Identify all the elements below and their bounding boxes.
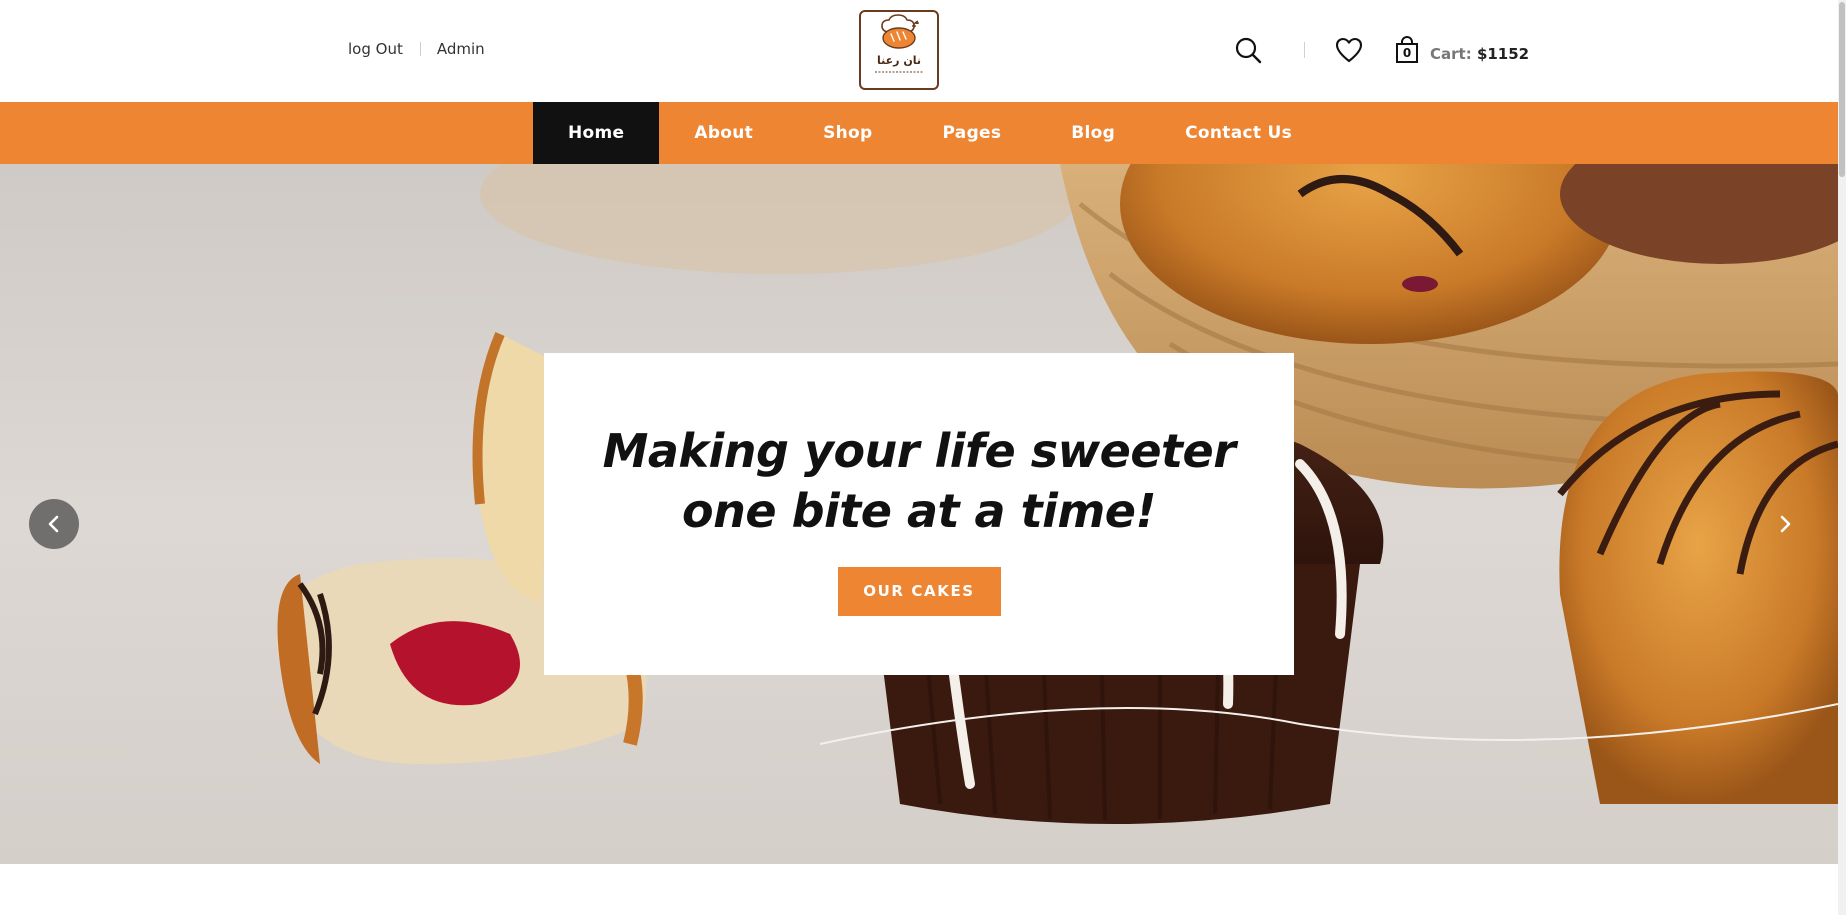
site-header: log Out Admin نان رعنا 0 Cart: $1152 <box>0 0 1838 102</box>
nav-item-shop[interactable]: Shop <box>788 102 907 164</box>
account-divider <box>419 42 421 56</box>
slider-next-button[interactable] <box>1770 499 1800 549</box>
account-links: log Out Admin <box>348 40 485 58</box>
hero-slider: Making your life sweeter one bite at a t… <box>0 164 1838 864</box>
chevron-left-icon <box>48 515 59 533</box>
admin-link[interactable]: Admin <box>437 40 485 58</box>
nav-item-blog[interactable]: Blog <box>1036 102 1150 164</box>
hero-title: Making your life sweeter one bite at a t… <box>544 421 1294 541</box>
hero-card: Making your life sweeter one bite at a t… <box>544 353 1294 675</box>
scrollbar-thumb[interactable] <box>1839 2 1845 177</box>
nav-item-contact-us[interactable]: Contact Us <box>1150 102 1327 164</box>
page-scrollbar[interactable] <box>1838 0 1846 915</box>
nav-item-about[interactable]: About <box>659 102 788 164</box>
logo-text: نان رعنا <box>877 54 921 67</box>
our-cakes-button[interactable]: OUR CAKES <box>837 567 1001 616</box>
bakery-logo-icon: نان رعنا <box>875 14 923 73</box>
header-tools: 0 Cart: $1152 <box>1234 36 1529 64</box>
search-icon[interactable] <box>1234 36 1262 64</box>
cart-widget[interactable]: 0 Cart: $1152 <box>1395 36 1529 64</box>
nav-item-home[interactable]: Home <box>533 102 660 164</box>
shopping-bag-icon: 0 <box>1395 36 1419 64</box>
site-logo[interactable]: نان رعنا <box>859 10 939 90</box>
slider-prev-button[interactable] <box>29 499 79 549</box>
nav-item-pages[interactable]: Pages <box>908 102 1037 164</box>
heart-icon[interactable] <box>1335 37 1363 63</box>
cart-count: 0 <box>1402 46 1412 60</box>
cart-total: $1152 <box>1476 45 1530 63</box>
main-nav: Home About Shop Pages Blog Contact Us <box>0 102 1838 164</box>
cart-label: Cart: <box>1430 45 1472 63</box>
hero-title-line-2: one bite at a time! <box>682 484 1156 538</box>
cart-summary: Cart: $1152 <box>1430 45 1529 63</box>
tools-divider <box>1304 42 1305 58</box>
hero-title-line-1: Making your life sweeter <box>602 424 1236 478</box>
logout-link[interactable]: log Out <box>348 40 403 58</box>
chevron-right-icon <box>1780 515 1791 533</box>
